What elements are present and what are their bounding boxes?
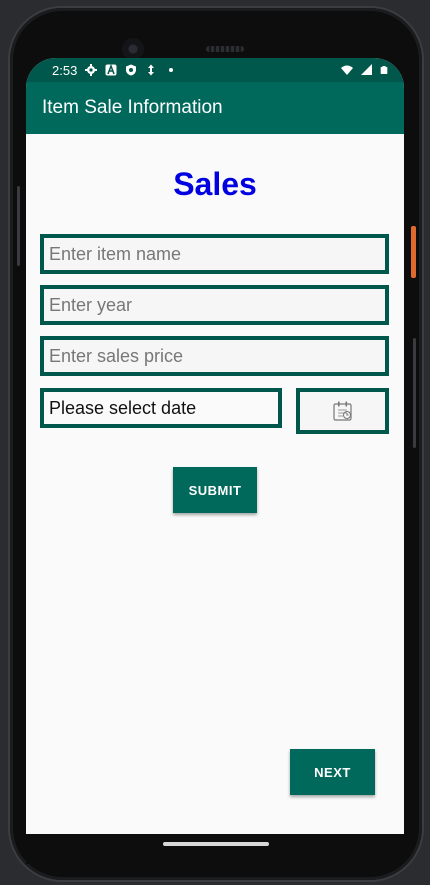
item-name-field[interactable] [40, 234, 389, 274]
sales-price-field[interactable] [40, 336, 389, 376]
sales-form: Sales Please select date SUBMIT NEXT [26, 134, 404, 834]
power-button [411, 226, 416, 278]
side-rail [413, 338, 416, 448]
calendar-icon [332, 401, 352, 421]
app-screen: 2:53 Item Sale Information Sales Enter i… [26, 58, 404, 834]
date-text: Please select date [49, 397, 197, 418]
signal-icon [361, 64, 372, 75]
dot-icon [169, 68, 174, 72]
page-title: Sales [173, 166, 257, 202]
a-icon [105, 64, 117, 76]
year-field[interactable] [40, 285, 389, 325]
status-time: 2:53 [52, 62, 78, 78]
home-gesture-bar[interactable] [163, 842, 269, 846]
year-input[interactable] [49, 294, 385, 316]
date-display: Please select date [40, 388, 282, 428]
battery-icon [380, 66, 388, 74]
item-name-input[interactable] [49, 243, 385, 265]
navigation-bar [26, 834, 404, 864]
camera-icon [122, 38, 144, 60]
speaker-grille [206, 46, 244, 52]
app-bar: Item Sale Information [26, 82, 404, 134]
lightning-icon [148, 64, 155, 76]
date-picker-button[interactable] [296, 388, 389, 434]
shield-icon [126, 64, 137, 76]
sales-price-input[interactable] [49, 345, 385, 367]
wifi-icon [341, 65, 353, 75]
next-button[interactable]: NEXT [290, 749, 375, 795]
volume-button [17, 186, 20, 266]
status-bar: 2:53 [26, 58, 404, 82]
app-bar-title: Item Sale Information [42, 97, 223, 118]
submit-button[interactable]: SUBMIT [173, 467, 257, 513]
gear-icon [85, 64, 98, 76]
